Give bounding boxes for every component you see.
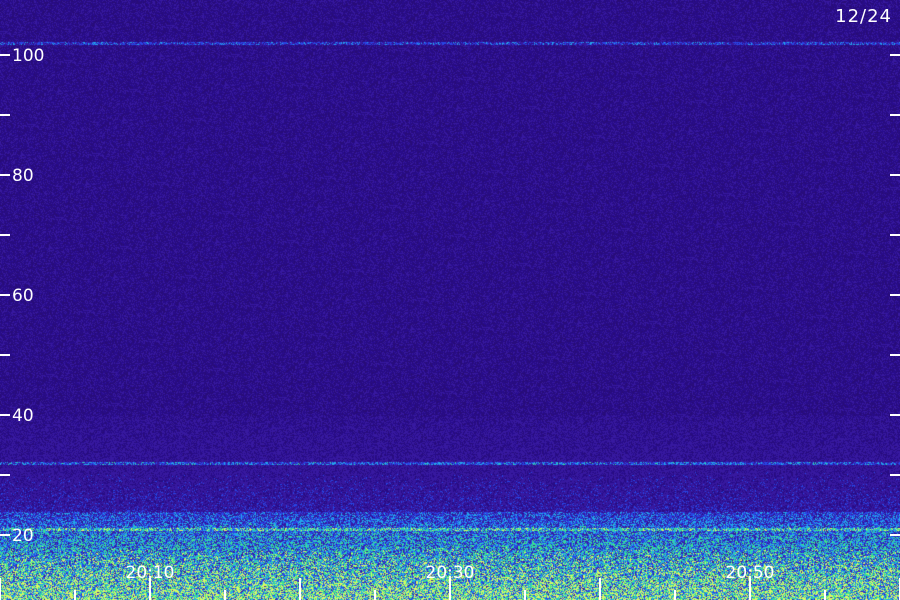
date-label: 12/24 <box>835 6 892 27</box>
x-tick-label: 20:10 <box>126 563 175 583</box>
y-tick-label: 80 <box>12 166 34 186</box>
x-tick-label: 20:30 <box>426 563 475 583</box>
axes-overlay: 100 80 60 40 20 20:10 20:30 20:50 <box>0 46 900 600</box>
spectrogram: 100 80 60 40 20 20:10 20:30 20:50 12/24 <box>0 0 900 600</box>
y-tick-label: 40 <box>12 406 34 426</box>
y-tick-label: 20 <box>12 526 34 546</box>
x-tick-label: 20:50 <box>726 563 775 583</box>
y-tick-label: 100 <box>12 46 44 66</box>
y-tick-label: 60 <box>12 286 34 306</box>
